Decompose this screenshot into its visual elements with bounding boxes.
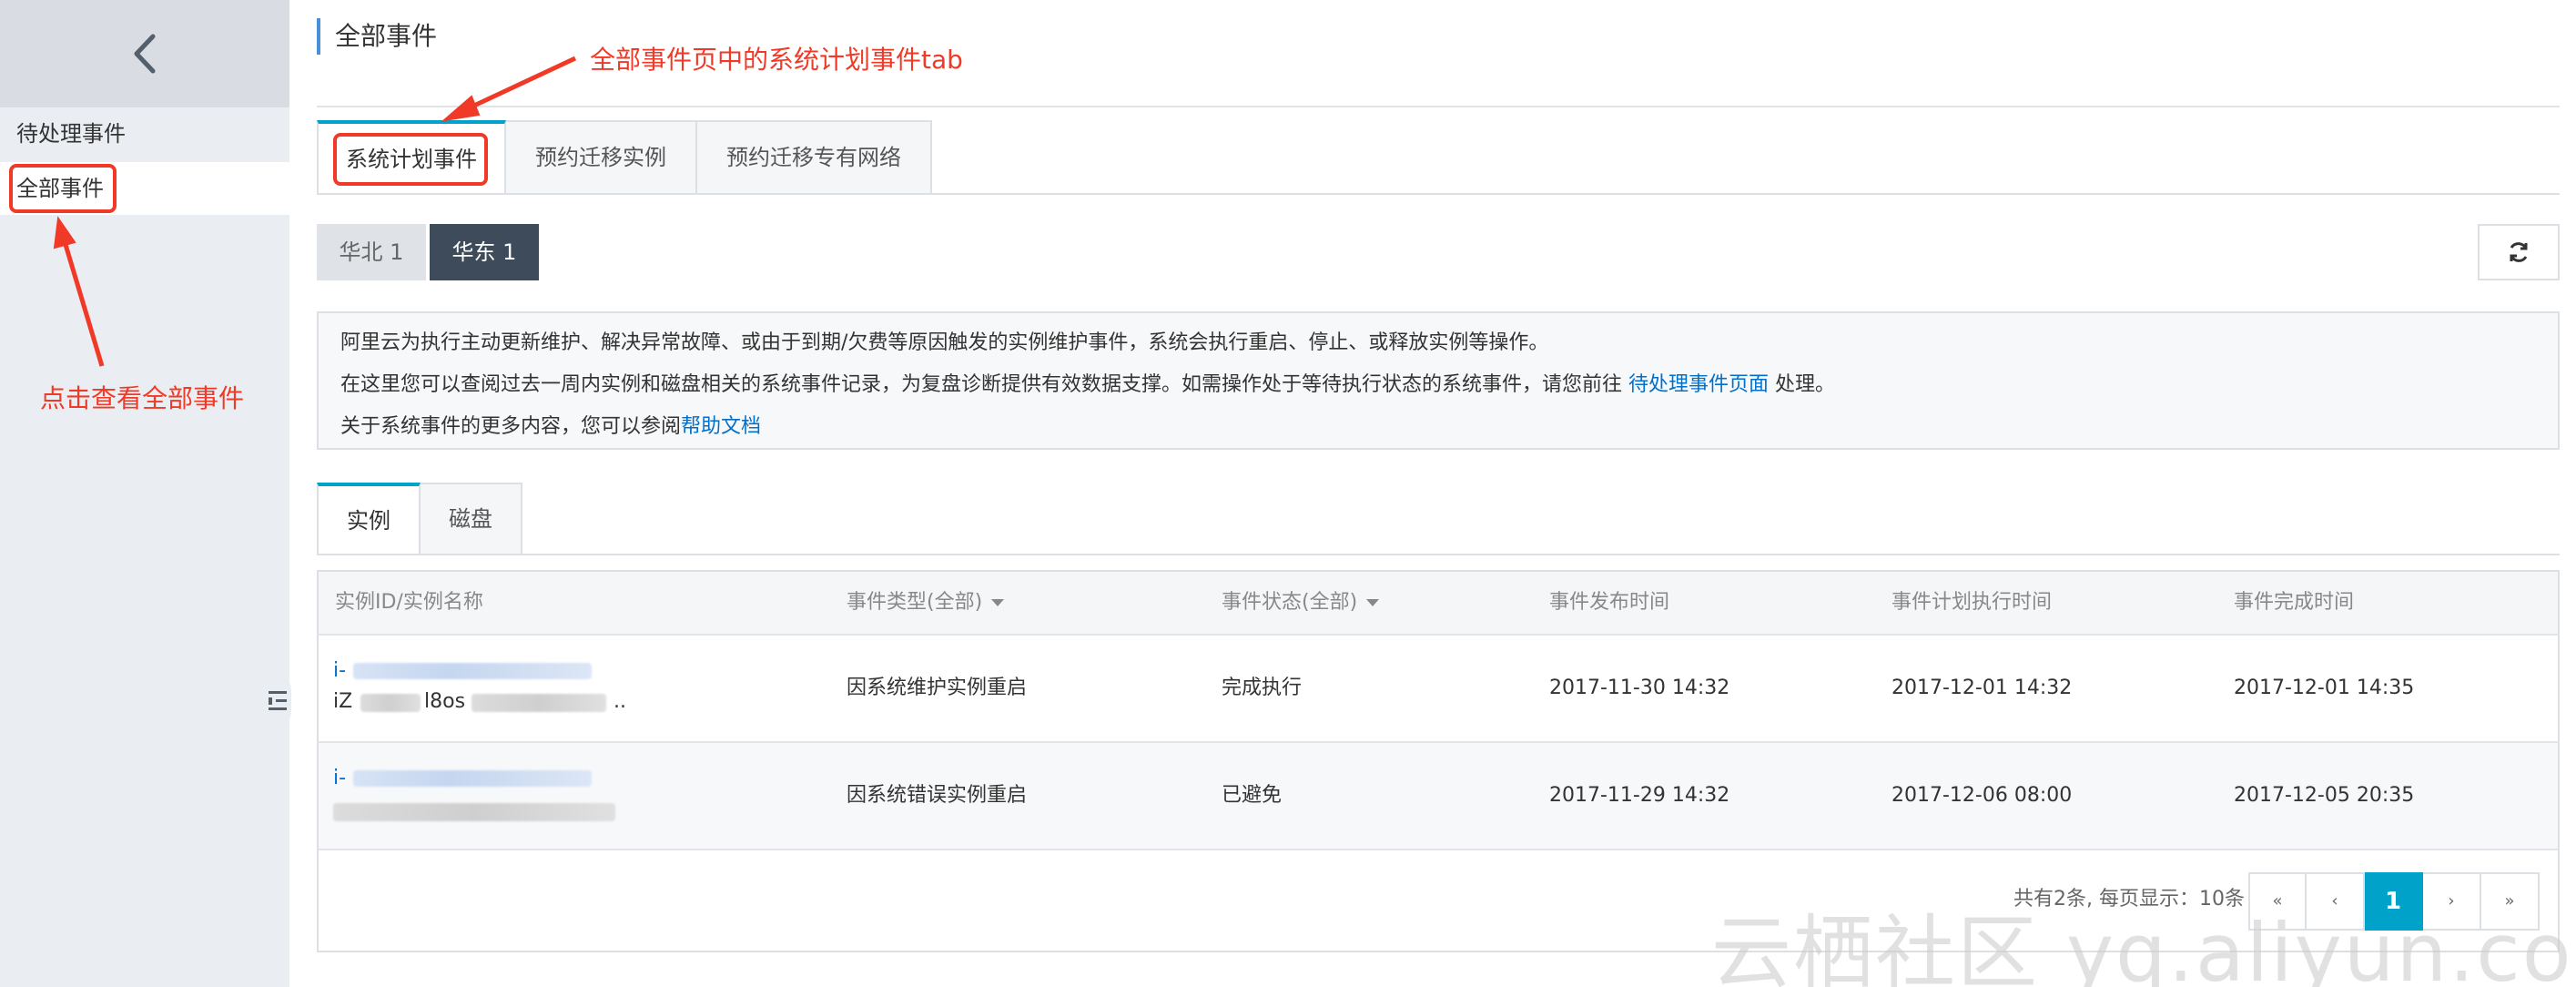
- publish-time-cell: 2017-11-30 14:32: [1549, 677, 1730, 699]
- main-content: 全部事件 系统计划事件 预约迁移实例 预约迁移专有网络 华北 1 华东 1 阿里…: [317, 0, 2560, 987]
- subtabs-divider: [317, 554, 2560, 555]
- instance-id-link[interactable]: i-: [333, 657, 346, 685]
- redacted-instance-name: [360, 694, 421, 712]
- redacted-instance-name: [333, 803, 615, 821]
- column-header-publish-time: 事件发布时间: [1549, 591, 1670, 614]
- chevron-left-icon: [134, 34, 156, 74]
- column-header-finish-time: 事件完成时间: [2234, 591, 2355, 614]
- event-status-cell: 完成执行: [1222, 677, 1303, 699]
- tabbar-divider: [317, 193, 2560, 195]
- page-title: 全部事件: [317, 18, 437, 55]
- instance-name-prefix: iZ: [333, 690, 353, 713]
- tab-label: 实例: [347, 508, 390, 534]
- region-button-east-1[interactable]: 华东 1: [430, 224, 539, 280]
- info-notice: 阿里云为执行主动更新维护、解决异常故障、或由于到期/欠费等原因触发的实例维护事件…: [317, 311, 2560, 450]
- publish-time-cell: 2017-11-29 14:32: [1549, 784, 1730, 807]
- notice-text: 在这里您可以查阅过去一周内实例和磁盘相关的系统事件记录，为复盘诊断提供有效数据支…: [340, 373, 1628, 396]
- help-doc-link[interactable]: 帮助文档: [681, 415, 761, 438]
- instance-id-link[interactable]: i-: [333, 765, 346, 792]
- table-row: i- 因系统错误实例重启 已避免 2017-11-29 14:32 2017-1…: [319, 743, 2558, 850]
- finish-time-cell: 2017-12-01 14:35: [2234, 677, 2415, 699]
- column-header-planned-time: 事件计划执行时间: [1891, 591, 2053, 614]
- sidebar-item-pending-events[interactable]: 待处理事件: [0, 107, 289, 160]
- instance-id-cell: i-: [333, 765, 634, 829]
- annotation-highlight-sidebar: [9, 164, 117, 213]
- redacted-instance-id: [353, 663, 592, 679]
- sidebar-collapse-toggle[interactable]: [264, 665, 291, 738]
- refresh-icon: [2510, 242, 2528, 262]
- instance-name-fragment: l8os: [424, 690, 466, 713]
- planned-time-cell: 2017-12-01 14:32: [1891, 677, 2073, 699]
- table-row: i- iZ l8os .. 因系统维护实例重启 完成执行 2017-11-30 …: [319, 636, 2558, 743]
- tab-instance[interactable]: 实例: [317, 483, 421, 555]
- redacted-instance-id: [353, 770, 592, 787]
- column-header-event-type-filter[interactable]: 事件类型(全部): [847, 572, 1005, 634]
- sidebar-toggle-icon: [269, 691, 287, 710]
- table-header: 实例ID/实例名称 事件类型(全部) 事件状态(全部) 事件发布时间 事件计划执…: [319, 572, 2558, 636]
- instance-name-ellipsis: ..: [614, 690, 626, 713]
- resource-tabs: 实例 磁盘: [317, 483, 522, 555]
- notice-line-2: 在这里您可以查阅过去一周内实例和磁盘相关的系统事件记录，为复盘诊断提供有效数据支…: [340, 364, 2536, 406]
- annotation-highlight-tab: [333, 133, 488, 186]
- tab-scheduled-migration-instance[interactable]: 预约迁移实例: [506, 120, 697, 195]
- notice-line-3: 关于系统事件的更多内容，您可以参阅帮助文档: [340, 406, 2536, 448]
- instance-id-cell: i- iZ l8os ..: [333, 657, 634, 721]
- tab-label: 预约迁移专有网络: [726, 145, 901, 170]
- tab-scheduled-migration-vpc[interactable]: 预约迁移专有网络: [697, 120, 932, 195]
- tab-label: 预约迁移实例: [535, 145, 666, 170]
- sidebar-item-label: 待处理事件: [16, 121, 126, 147]
- tab-disk[interactable]: 磁盘: [421, 483, 522, 555]
- sidebar: 待处理事件 全部事件: [0, 0, 291, 987]
- event-type-cell: 因系统错误实例重启: [847, 784, 1028, 807]
- caret-down-icon: [1366, 599, 1380, 606]
- column-header-label: 事件状态(全部): [1222, 591, 1358, 614]
- event-type-cell: 因系统维护实例重启: [847, 677, 1028, 699]
- notice-text: 关于系统事件的更多内容，您可以参阅: [340, 415, 682, 438]
- title-divider: [317, 106, 2560, 107]
- column-header-label: 事件类型(全部): [847, 591, 983, 614]
- column-header-instance-id: 实例ID/实例名称: [335, 591, 483, 614]
- column-header-event-status-filter[interactable]: 事件状态(全部): [1222, 572, 1380, 634]
- tab-label: 磁盘: [449, 506, 492, 532]
- refresh-button[interactable]: [2478, 224, 2560, 280]
- annotation-tab-note: 全部事件页中的系统计划事件tab: [590, 45, 963, 75]
- watermark: 云栖社区 yq.aliyun.com: [1711, 906, 2576, 987]
- annotation-sidebar-note: 点击查看全部事件: [40, 383, 245, 413]
- pending-events-page-link[interactable]: 待处理事件页面: [1628, 373, 1769, 396]
- notice-line-1: 阿里云为执行主动更新维护、解决异常故障、或由于到期/欠费等原因触发的实例维护事件…: [340, 331, 1549, 354]
- region-button-north-1[interactable]: 华北 1: [317, 224, 426, 280]
- event-status-cell: 已避免: [1222, 784, 1283, 807]
- redacted-instance-name: [472, 694, 606, 712]
- notice-text: 处理。: [1769, 373, 1836, 396]
- finish-time-cell: 2017-12-05 20:35: [2234, 784, 2415, 807]
- planned-time-cell: 2017-12-06 08:00: [1891, 784, 2073, 807]
- back-button[interactable]: [0, 0, 289, 107]
- caret-down-icon: [991, 599, 1005, 606]
